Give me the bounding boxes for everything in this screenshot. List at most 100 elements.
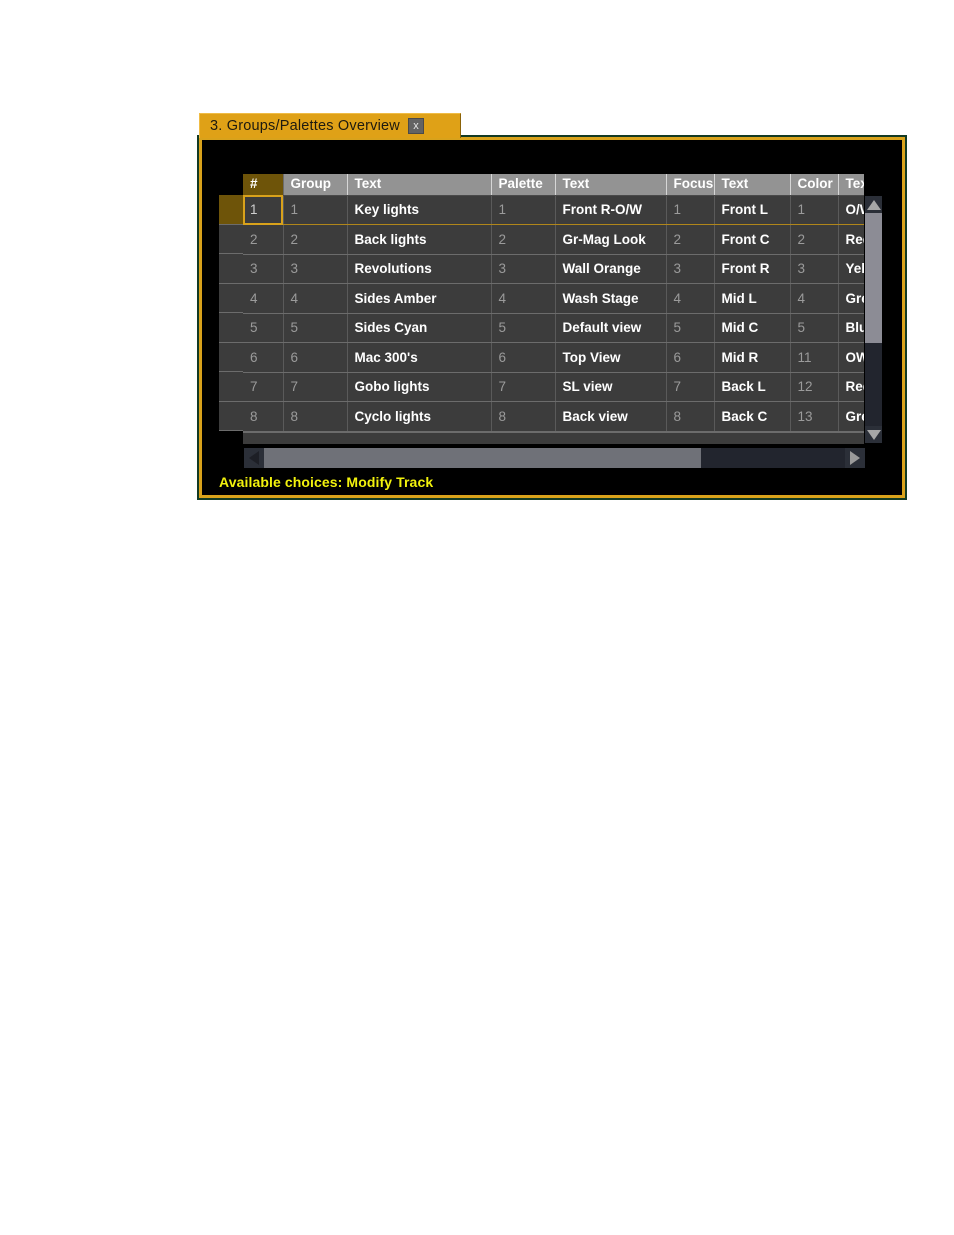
row-gutter-cell[interactable] <box>219 283 243 313</box>
triangle-left-icon[interactable] <box>244 448 264 468</box>
cell-index[interactable]: 7 <box>243 372 284 402</box>
row-gutter-cell[interactable] <box>219 372 243 402</box>
cell-palette-text[interactable]: Front R-O/W <box>555 195 667 225</box>
cell-palette[interactable]: 3 <box>491 254 556 284</box>
cell-color[interactable]: 3 <box>790 254 839 284</box>
cell-color[interactable]: 1 <box>790 195 839 225</box>
cell-group[interactable]: 7 <box>283 372 348 402</box>
cell-color[interactable]: 4 <box>790 283 839 314</box>
cell-group-text[interactable]: Gobo lights <box>347 372 492 402</box>
cell-group-text[interactable]: Revolutions <box>347 254 492 284</box>
horizontal-scrollbar[interactable] <box>243 447 866 469</box>
cell-group-text[interactable]: Key lights <box>347 195 492 225</box>
cell-index[interactable]: 3 <box>243 254 284 284</box>
cell-focus[interactable]: 1 <box>666 195 715 225</box>
cell-palette-text[interactable]: Default view <box>555 313 667 343</box>
window-titlebar[interactable]: 3. Groups/Palettes Overview x <box>199 113 461 138</box>
cell-group[interactable]: 5 <box>283 313 348 343</box>
cell-group-text[interactable]: Cyclo lights <box>347 401 492 432</box>
cell-index[interactable]: 1 <box>243 195 284 225</box>
cell-focus[interactable]: 7 <box>666 372 715 402</box>
column-header-index[interactable]: # <box>243 174 284 196</box>
table-row[interactable]: 7 7 Gobo lights 7 SL view 7 Back L 12 Re… <box>243 372 864 402</box>
column-header-group[interactable]: Group <box>283 174 348 196</box>
row-gutter-cell[interactable] <box>219 342 243 372</box>
cell-color[interactable]: 2 <box>790 224 839 255</box>
triangle-up-icon[interactable] <box>865 196 882 213</box>
cell-palette[interactable]: 6 <box>491 342 556 373</box>
cell-focus-text[interactable]: Mid R <box>714 342 791 373</box>
cell-index[interactable]: 5 <box>243 313 284 343</box>
cell-palette[interactable]: 7 <box>491 372 556 402</box>
cell-focus[interactable]: 4 <box>666 283 715 314</box>
cell-palette-text[interactable]: Wash Stage <box>555 283 667 314</box>
cell-palette-text[interactable]: Gr-Mag Look <box>555 224 667 255</box>
column-header-palette-text[interactable]: Text <box>555 174 667 196</box>
cell-focus-text[interactable]: Mid L <box>714 283 791 314</box>
column-header-group-text[interactable]: Text <box>347 174 492 196</box>
horizontal-scrollbar-thumb[interactable] <box>264 448 701 468</box>
triangle-down-icon[interactable] <box>865 426 882 443</box>
cell-color-text[interactable]: OW <box>838 342 864 373</box>
cell-group[interactable]: 2 <box>283 224 348 255</box>
cell-palette-text[interactable]: Top View <box>555 342 667 373</box>
column-header-focus-text[interactable]: Text <box>714 174 791 196</box>
row-gutter-cell[interactable] <box>219 254 243 284</box>
cell-palette[interactable]: 8 <box>491 401 556 432</box>
cell-group[interactable]: 8 <box>283 401 348 432</box>
cell-color[interactable]: 13 <box>790 401 839 432</box>
column-header-color[interactable]: Color <box>790 174 839 196</box>
cell-group-text[interactable]: Mac 300's <box>347 342 492 373</box>
cell-color-text[interactable]: Gree <box>838 283 864 314</box>
vertical-scrollbar[interactable] <box>864 195 883 444</box>
cell-focus-text[interactable]: Front C <box>714 224 791 255</box>
cell-color[interactable]: 5 <box>790 313 839 343</box>
cell-palette[interactable]: 4 <box>491 283 556 314</box>
cell-index[interactable]: 6 <box>243 342 284 373</box>
cell-focus[interactable]: 2 <box>666 224 715 255</box>
cell-index[interactable]: 8 <box>243 401 284 432</box>
cell-focus-text[interactable]: Front R <box>714 254 791 284</box>
cell-color-text[interactable]: Blue <box>838 313 864 343</box>
cell-palette[interactable]: 1 <box>491 195 556 225</box>
cell-palette-text[interactable]: Back view <box>555 401 667 432</box>
triangle-right-icon[interactable] <box>845 448 865 468</box>
cell-group-text[interactable]: Back lights <box>347 224 492 255</box>
row-gutter-cell[interactable] <box>219 224 243 254</box>
table-row[interactable]: 4 4 Sides Amber 4 Wash Stage 4 Mid L 4 G… <box>243 283 864 314</box>
cell-focus[interactable]: 8 <box>666 401 715 432</box>
row-gutter-cell[interactable] <box>219 313 243 343</box>
column-header-color-text[interactable]: Text <box>838 174 864 196</box>
cell-focus-text[interactable]: Mid C <box>714 313 791 343</box>
cell-focus[interactable]: 5 <box>666 313 715 343</box>
cell-color-text[interactable]: Yello <box>838 254 864 284</box>
cell-group-text[interactable]: Sides Amber <box>347 283 492 314</box>
table-row[interactable]: 8 8 Cyclo lights 8 Back view 8 Back C 13… <box>243 401 864 432</box>
cell-focus[interactable]: 3 <box>666 254 715 284</box>
cell-color-text[interactable]: Redi <box>838 224 864 255</box>
column-header-focus[interactable]: Focus <box>666 174 715 196</box>
cell-group[interactable]: 3 <box>283 254 348 284</box>
row-gutter-cell[interactable] <box>219 195 243 225</box>
cell-group[interactable]: 1 <box>283 195 348 225</box>
cell-focus-text[interactable]: Front L <box>714 195 791 225</box>
cell-index[interactable]: 4 <box>243 283 284 314</box>
cell-palette-text[interactable]: Wall Orange <box>555 254 667 284</box>
table-row[interactable]: 5 5 Sides Cyan 5 Default view 5 Mid C 5 … <box>243 313 864 343</box>
cell-index[interactable]: 2 <box>243 224 284 255</box>
table-row[interactable]: 6 6 Mac 300's 6 Top View 6 Mid R 11 OW <box>243 342 864 373</box>
cell-palette[interactable]: 5 <box>491 313 556 343</box>
cell-palette-text[interactable]: SL view <box>555 372 667 402</box>
vertical-scrollbar-thumb[interactable] <box>865 213 882 343</box>
cell-color-text[interactable]: O/W <box>838 195 864 225</box>
close-icon[interactable]: x <box>407 118 424 134</box>
table-row[interactable]: 1 1 Key lights 1 Front R-O/W 1 Front L 1… <box>243 195 864 225</box>
cell-color-text[interactable]: Red <box>838 372 864 402</box>
cell-color-text[interactable]: Gree <box>838 401 864 432</box>
column-header-palette[interactable]: Palette <box>491 174 556 196</box>
table-row[interactable]: 2 2 Back lights 2 Gr-Mag Look 2 Front C … <box>243 224 864 255</box>
cell-focus-text[interactable]: Back L <box>714 372 791 402</box>
cell-focus-text[interactable]: Back C <box>714 401 791 432</box>
cell-group[interactable]: 4 <box>283 283 348 314</box>
table-row[interactable]: 3 3 Revolutions 3 Wall Orange 3 Front R … <box>243 254 864 284</box>
